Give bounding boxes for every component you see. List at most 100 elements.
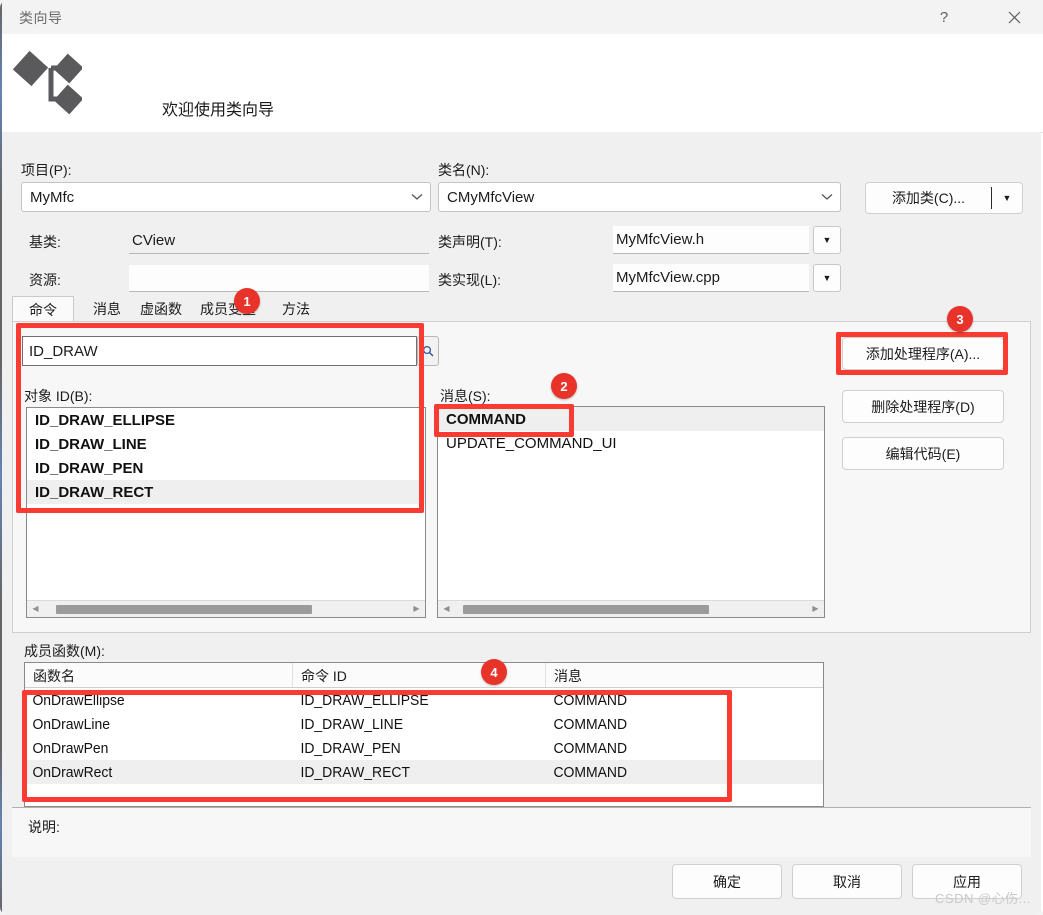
tab-label: 虚函数 <box>140 301 182 317</box>
search-value: ID_DRAW <box>29 342 98 360</box>
close-icon[interactable] <box>991 0 1037 34</box>
class-decl-dropdown-button[interactable]: ▼ <box>813 226 841 254</box>
table-row[interactable]: OnDrawRect ID_DRAW_RECT COMMAND <box>25 760 823 784</box>
ok-button[interactable]: 确定 <box>672 864 782 899</box>
annotation-badge-1: 1 <box>234 288 260 314</box>
messages-label: 消息(S): <box>440 388 491 404</box>
search-icon[interactable] <box>417 336 439 366</box>
list-item[interactable]: COMMAND <box>438 407 824 431</box>
object-ids-hscrollbar[interactable]: ◀ ▶ <box>27 600 425 617</box>
messages-listbox[interactable]: COMMAND UPDATE_COMMAND_UI ◀ ▶ <box>437 406 825 618</box>
base-class-value: CView <box>132 231 176 249</box>
cell-message: COMMAND <box>553 691 628 709</box>
scroll-thumb[interactable] <box>463 604 709 614</box>
object-ids-listbox[interactable]: ID_DRAW_ELLIPSE ID_DRAW_LINE ID_DRAW_PEN… <box>26 407 426 618</box>
cell-command-id: ID_DRAW_ELLIPSE <box>300 691 429 709</box>
class-name-label: 类名(N): <box>438 162 490 178</box>
scroll-left-icon[interactable]: ◀ <box>438 605 455 613</box>
class-name-combobox[interactable]: CMyMfcView <box>438 182 841 212</box>
messages-hscrollbar[interactable]: ◀ ▶ <box>438 600 824 617</box>
list-item[interactable]: ID_DRAW_RECT <box>27 480 425 504</box>
list-item-label: ID_DRAW_ELLIPSE <box>35 411 176 429</box>
resource-field[interactable] <box>129 265 429 292</box>
cell-command-id: ID_DRAW_LINE <box>300 715 404 733</box>
tab-label: 消息 <box>93 301 121 317</box>
cell-function-name: OnDrawEllipse <box>32 691 125 709</box>
scroll-track[interactable] <box>44 601 408 618</box>
delete-handler-button[interactable]: 删除处理程序(D) <box>842 390 1004 423</box>
cell-message: COMMAND <box>553 763 628 781</box>
project-label: 项目(P): <box>21 162 72 178</box>
class-impl-dropdown-button[interactable]: ▼ <box>813 264 841 292</box>
add-class-button[interactable]: 添加类(C)... ▼ <box>865 182 1023 214</box>
tab-messages[interactable]: 消息 <box>76 296 138 322</box>
base-class-label: 基类: <box>29 234 61 250</box>
annotation-badge-4: 4 <box>481 659 507 685</box>
project-value: MyMfc <box>30 188 75 206</box>
search-input[interactable]: ID_DRAW <box>22 336 417 366</box>
list-item[interactable]: ID_DRAW_ELLIPSE <box>27 408 425 432</box>
page-title: 欢迎使用类向导 <box>162 102 275 119</box>
chevron-down-icon <box>814 193 840 201</box>
cell-function-name: OnDrawLine <box>32 715 110 733</box>
list-item-label: COMMAND <box>446 410 526 428</box>
title-bar: 类向导 ? <box>2 0 1043 35</box>
member-functions-grid[interactable]: 函数名 命令 ID 消息 OnDrawEllipse ID_DRAW_ELLIP… <box>24 662 824 807</box>
list-item-label: ID_DRAW_RECT <box>35 483 154 501</box>
class-decl-field[interactable]: MyMfcView.h <box>613 226 809 254</box>
scroll-left-icon[interactable]: ◀ <box>27 605 44 613</box>
button-label: 添加处理程序(A)... <box>865 345 981 362</box>
column-header-command-id[interactable]: 命令 ID <box>293 663 546 687</box>
class-decl-value: MyMfcView.h <box>616 231 705 248</box>
annotation-badge-3: 3 <box>947 306 973 332</box>
add-class-label: 添加类(C)... <box>891 190 966 206</box>
class-hierarchy-icon <box>10 45 84 117</box>
list-item[interactable]: UPDATE_COMMAND_UI <box>438 431 824 455</box>
scroll-right-icon[interactable]: ▶ <box>807 605 824 613</box>
column-header-message[interactable]: 消息 <box>546 663 823 687</box>
scroll-track[interactable] <box>455 601 807 618</box>
list-item[interactable]: ID_DRAW_PEN <box>27 456 425 480</box>
add-handler-button[interactable]: 添加处理程序(A)... <box>842 337 1004 370</box>
cell-command-id: ID_DRAW_PEN <box>300 739 401 757</box>
tab-methods[interactable]: 方法 <box>265 296 327 322</box>
class-impl-value: MyMfcView.cpp <box>616 269 720 286</box>
welcome-banner: 欢迎使用类向导 <box>2 34 1043 133</box>
tab-commands[interactable]: 命令 <box>12 296 74 322</box>
tab-virtual-funcs[interactable]: 虚函数 <box>130 296 192 322</box>
list-item[interactable]: ID_DRAW_LINE <box>27 432 425 456</box>
button-label: 确定 <box>713 873 741 890</box>
window-title: 类向导 <box>19 10 63 26</box>
class-wizard-dialog: 类向导 ? 欢迎使用类向导 项目(P): MyMfc 基类: CView 资源:… <box>0 0 1043 915</box>
chevron-down-icon[interactable]: ▼ <box>992 193 1022 203</box>
edit-code-button[interactable]: 编辑代码(E) <box>842 437 1004 470</box>
button-label: 取消 <box>833 873 861 890</box>
screenshot-root: 类向导 ? 欢迎使用类向导 项目(P): MyMfc 基类: CView 资源:… <box>0 0 1043 915</box>
table-row[interactable]: OnDrawEllipse ID_DRAW_ELLIPSE COMMAND <box>25 688 823 712</box>
cancel-button[interactable]: 取消 <box>792 864 902 899</box>
tab-label: 命令 <box>29 301 57 318</box>
list-item-label: UPDATE_COMMAND_UI <box>446 434 617 452</box>
table-row[interactable]: OnDrawLine ID_DRAW_LINE COMMAND <box>25 712 823 736</box>
scroll-thumb[interactable] <box>56 604 312 614</box>
class-name-value: CMyMfcView <box>447 188 535 206</box>
cell-function-name: OnDrawPen <box>32 739 109 757</box>
annotation-badge-2: 2 <box>551 373 577 399</box>
class-impl-field[interactable]: MyMfcView.cpp <box>613 264 809 292</box>
scroll-right-icon[interactable]: ▶ <box>408 605 425 613</box>
object-ids-label: 对象 ID(B): <box>24 388 93 404</box>
description-label: 说明: <box>28 819 60 835</box>
base-class-field[interactable]: CView <box>129 227 429 254</box>
member-functions-label: 成员函数(M): <box>24 643 105 659</box>
cell-message: COMMAND <box>553 715 628 733</box>
button-label: 编辑代码(E) <box>885 445 961 462</box>
tab-label: 方法 <box>282 301 310 317</box>
list-item-label: ID_DRAW_LINE <box>35 435 147 453</box>
table-row[interactable]: OnDrawPen ID_DRAW_PEN COMMAND <box>25 736 823 760</box>
help-icon[interactable]: ? <box>921 0 967 34</box>
description-groupbox <box>12 807 1031 857</box>
project-combobox[interactable]: MyMfc <box>21 182 431 212</box>
column-header-function-name[interactable]: 函数名 <box>25 663 293 687</box>
button-label: 删除处理程序(D) <box>871 398 975 415</box>
cell-function-name: OnDrawRect <box>32 763 113 781</box>
